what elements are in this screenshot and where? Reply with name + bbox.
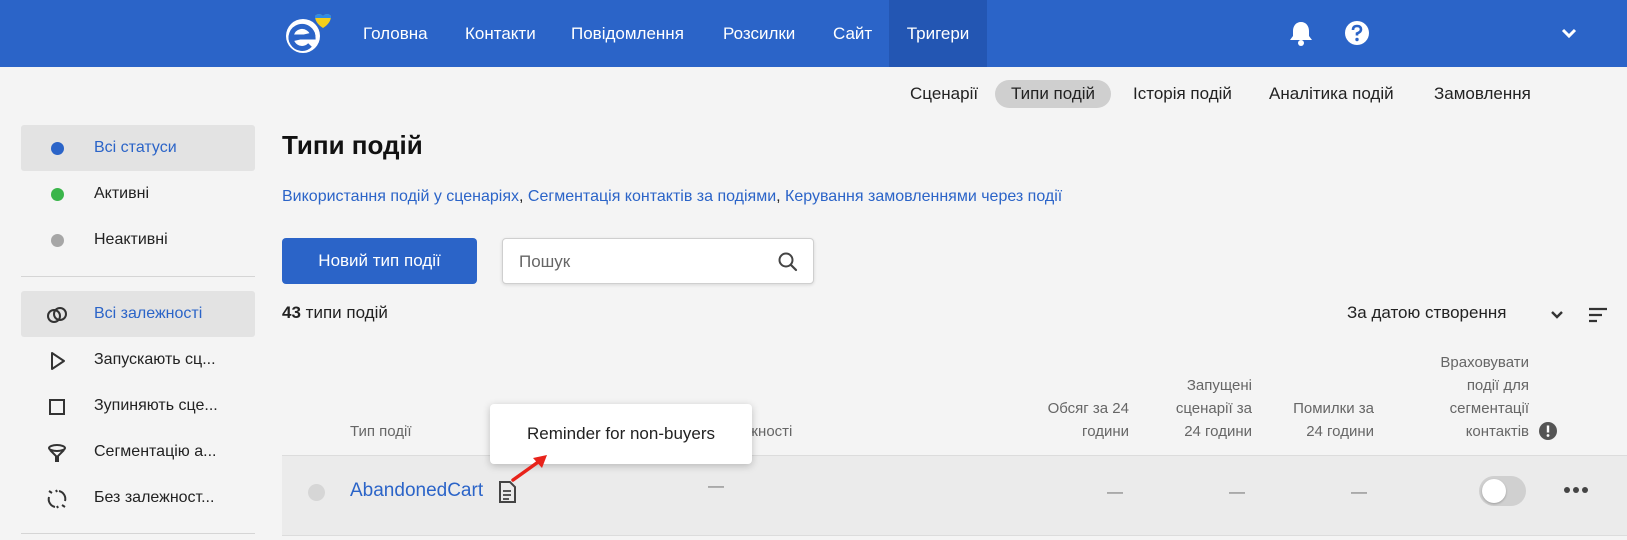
sidebar-item-label: Всі статуси [94, 139, 177, 156]
nav-home[interactable]: Головна [363, 0, 428, 67]
subnav-event-history[interactable]: Історія подій [1133, 80, 1232, 108]
col-header-line: 24 години [1306, 423, 1374, 440]
col-header-volume: Обсяг за 24 години [1048, 397, 1129, 443]
sidebar-item-label: Запускають сц... [94, 351, 216, 368]
link-separator: , [519, 188, 528, 205]
sort-select[interactable]: За датою створення [1347, 303, 1506, 323]
funnel-icon [48, 444, 66, 462]
sidebar-item-all-dependencies[interactable]: Всі залежності [21, 291, 255, 337]
col-header-errors: Помилки за 24 години [1293, 397, 1374, 443]
toggle-knob [1482, 479, 1506, 503]
status-dot-green [51, 188, 64, 201]
nav-campaigns[interactable]: Розсилки [723, 0, 795, 67]
table-row[interactable] [282, 455, 1627, 535]
col-header-scenarios: Запущені сценарії за 24 години [1176, 374, 1252, 443]
col-header-line: сегментації [1449, 400, 1529, 417]
link-events-in-scenarios[interactable]: Використання подій у сценаріях [282, 188, 519, 205]
new-event-type-button[interactable]: Новий тип події [282, 238, 477, 284]
help-links: Використання подій у сценаріях, Сегмента… [282, 188, 1062, 206]
sidebar-item-label: Неактивні [94, 231, 168, 248]
subnav-orders[interactable]: Замовлення [1434, 80, 1531, 108]
table-row[interactable] [282, 535, 1627, 540]
col-header-dependencies: жності [748, 423, 793, 440]
status-dot-gray [51, 234, 64, 247]
sidebar-item-segmentation[interactable]: Сегментацію а... [21, 429, 255, 475]
nav-site[interactable]: Сайт [833, 0, 872, 67]
event-type-count: 43 типи подій [282, 303, 388, 323]
sort-order-icon[interactable] [1588, 306, 1608, 324]
event-type-name[interactable]: AbandonedCart [350, 480, 483, 502]
sidebar-item-label: Всі залежності [94, 305, 203, 322]
nav-messages[interactable]: Повідомлення [571, 0, 684, 67]
status-dot-gray [308, 484, 325, 501]
status-dot-blue [51, 142, 64, 155]
col-header-line: Обсяг за 24 [1047, 400, 1129, 417]
info-icon[interactable] [1538, 421, 1558, 441]
link-separator: , [776, 188, 786, 205]
link-order-management[interactable]: Керування замовленнями через події [785, 188, 1062, 205]
deps-value: — [708, 478, 724, 495]
segmentation-toggle[interactable] [1479, 476, 1526, 506]
search-icon[interactable] [777, 251, 799, 273]
subnav-event-types[interactable]: Типи подій [995, 80, 1112, 108]
help-icon[interactable] [1342, 18, 1372, 48]
sidebar-item-label: Активні [94, 185, 150, 202]
sidebar-item-label: Сегментацію а... [94, 443, 217, 460]
col-header-line: 24 години [1184, 423, 1252, 440]
top-navbar [0, 0, 1627, 67]
bell-icon[interactable] [1286, 18, 1316, 48]
more-options-icon[interactable] [1562, 480, 1590, 500]
col-header-line: контактів [1465, 423, 1529, 440]
chevron-down-icon[interactable] [1548, 306, 1566, 324]
scenarios-value: — [1229, 484, 1245, 501]
chevron-down-icon[interactable] [1554, 18, 1584, 48]
search-box [502, 238, 814, 284]
stop-icon [49, 399, 65, 415]
sidebar-item-inactive[interactable]: Неактивні [21, 217, 255, 263]
col-header-line: Помилки за [1293, 400, 1374, 417]
link-icon [47, 307, 67, 323]
col-header-line: години [1082, 423, 1129, 440]
sidebar-item-stop-scenarios[interactable]: Зупиняють сце... [21, 383, 255, 429]
sidebar-divider [21, 276, 255, 277]
col-header-segmentation: Враховувати події для сегментації контак… [1440, 351, 1529, 443]
sidebar-item-active[interactable]: Активні [21, 171, 255, 217]
page-title: Типи подій [282, 130, 423, 160]
volume-value: — [1107, 484, 1123, 501]
search-input[interactable] [519, 249, 769, 275]
col-header-line: Запущені [1186, 377, 1252, 394]
sidebar-item-label: Без залежност... [94, 489, 215, 506]
unlinked-icon [47, 489, 67, 509]
subnav-event-analytics[interactable]: Аналітика подій [1269, 80, 1394, 108]
count-number: 43 [282, 303, 301, 322]
subnav-scenarios[interactable]: Сценарії [910, 80, 978, 108]
sidebar-divider [21, 533, 255, 534]
sidebar-item-no-dependencies[interactable]: Без залежност... [21, 475, 255, 521]
col-header-line: Враховувати [1440, 354, 1529, 371]
errors-value: — [1351, 484, 1367, 501]
col-header-line: сценарії за [1175, 400, 1252, 417]
sidebar-item-label: Зупиняють сце... [94, 397, 218, 414]
nav-contacts[interactable]: Контакти [465, 0, 536, 67]
nav-triggers[interactable]: Тригери [889, 0, 987, 67]
red-arrow-icon [511, 455, 547, 482]
play-icon [51, 352, 65, 370]
col-header-line: події для [1466, 377, 1529, 394]
link-contact-segmentation[interactable]: Сегментація контактів за подіями [528, 188, 776, 205]
sidebar-item-all-statuses[interactable]: Всі статуси [21, 125, 255, 171]
logo-icon[interactable] [281, 10, 337, 56]
col-header-type: Тип події [350, 423, 412, 440]
sidebar-item-start-scenarios[interactable]: Запускають сц... [21, 337, 255, 383]
count-label: типи подій [305, 303, 388, 322]
